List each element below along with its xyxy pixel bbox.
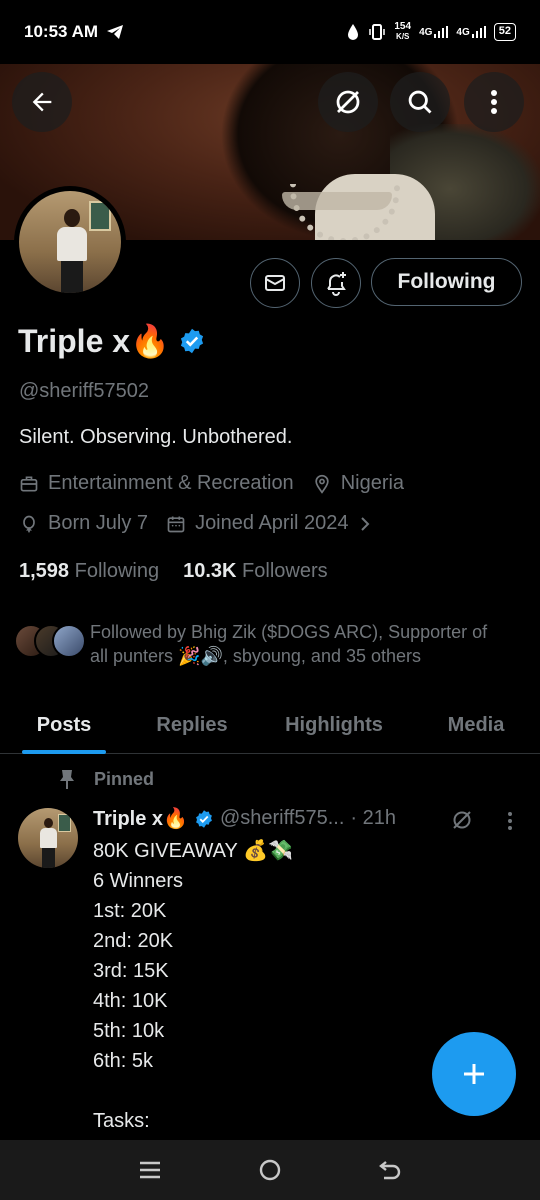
status-time: 10:53 AM	[24, 22, 99, 41]
home-circle-icon	[259, 1159, 281, 1181]
plus-icon	[464, 1064, 484, 1084]
joined-item[interactable]: Joined April 2024	[166, 512, 371, 535]
telegram-icon	[107, 25, 124, 39]
more-vertical-icon	[508, 812, 512, 830]
more-vertical-icon	[491, 90, 497, 114]
location-item: Nigeria	[312, 472, 404, 495]
arrow-left-icon	[32, 92, 52, 112]
post-line: Tasks:	[93, 1110, 150, 1132]
tab-posts[interactable]: Posts	[0, 696, 128, 754]
category-label: Entertainment & Recreation	[48, 472, 294, 494]
notifications-button[interactable]	[311, 258, 361, 308]
post-more-button[interactable]	[500, 808, 520, 834]
verified-badge-icon	[196, 809, 212, 828]
post-grok-button[interactable]	[448, 806, 476, 834]
search-button[interactable]	[390, 72, 450, 132]
post-text[interactable]: 80K GIVEAWAY 💰💸 6 Winners 1st: 20K 2nd: …	[93, 836, 293, 1136]
verified-badge-icon	[180, 328, 203, 354]
grok-button[interactable]	[318, 72, 378, 132]
tab-highlights[interactable]: Highlights	[256, 696, 412, 754]
tab-media[interactable]: Media	[412, 696, 540, 754]
briefcase-icon	[20, 476, 38, 491]
mail-icon	[265, 275, 285, 291]
pinned-label-row: Pinned	[58, 768, 154, 790]
birthday-label: Born July 7	[48, 512, 149, 534]
post-header: Triple x🔥 @sheriff575... · 21h	[93, 806, 396, 831]
post-line: 1st: 20K	[93, 900, 167, 922]
post-line: 6 Winners	[93, 870, 184, 892]
data-saver-icon	[348, 24, 359, 40]
calendar-icon	[167, 516, 185, 532]
profile-bio: Silent. Observing. Unbothered.	[19, 426, 293, 448]
system-navigation-bar	[0, 1140, 540, 1200]
pinned-label: Pinned	[94, 768, 155, 789]
post-line: 5th: 10k	[93, 1020, 165, 1042]
chevron-right-icon	[360, 516, 369, 531]
profile-handle: @sheriff57502	[19, 380, 150, 402]
home-button[interactable]	[250, 1150, 290, 1190]
profile-avatar[interactable]	[14, 186, 126, 298]
joined-label: Joined April 2024	[195, 512, 349, 534]
search-icon	[408, 90, 432, 114]
back-button[interactable]	[12, 72, 72, 132]
display-name: Triple x🔥	[18, 323, 170, 359]
signal-icon	[471, 26, 486, 38]
category-item: Entertainment & Recreation	[19, 472, 294, 495]
location-label: Nigeria	[340, 472, 405, 494]
following-button[interactable]: Following	[371, 258, 522, 306]
profile-name-row: Triple x🔥	[18, 322, 206, 360]
signal-2: 4G	[456, 26, 486, 38]
follow-stats: 1,598 Following 10.3K Followers	[19, 560, 328, 583]
location-pin-icon	[315, 474, 329, 494]
status-bar: 10:53 AM 154 K/S 4G 4G 52	[0, 0, 540, 64]
network-speed: 154 K/S	[394, 21, 412, 42]
menu-lines-icon	[140, 1161, 160, 1179]
followed-by-row[interactable]: Followed by Bhig Zik ($DOGS ARC), Suppor…	[14, 620, 510, 668]
message-button[interactable]	[250, 258, 300, 308]
back-arrow-icon	[379, 1161, 401, 1180]
avatar	[52, 624, 86, 658]
followers-stat[interactable]: 10.3K Followers	[183, 560, 328, 583]
profile-meta-row-2: Born July 7 Joined April 2024	[19, 512, 390, 535]
post-line: 6th: 5k	[93, 1050, 154, 1072]
post-author-handle[interactable]: @sheriff575...	[220, 807, 344, 830]
followers-you-know-avatars	[14, 624, 86, 664]
more-options-button[interactable]	[464, 72, 524, 132]
pin-icon	[60, 770, 74, 789]
post-avatar[interactable]	[18, 808, 78, 868]
balloon-icon	[23, 515, 35, 532]
battery-indicator: 52	[493, 23, 516, 41]
recents-button[interactable]	[130, 1150, 170, 1190]
tab-replies[interactable]: Replies	[128, 696, 256, 754]
birthday-item: Born July 7	[19, 512, 148, 535]
post-line	[93, 1076, 293, 1106]
back-nav-button[interactable]	[370, 1150, 410, 1190]
post-time: · 21h	[350, 807, 396, 829]
profile-meta-row-1: Entertainment & Recreation Nigeria	[19, 472, 422, 495]
compose-post-button[interactable]	[432, 1032, 516, 1116]
post-author-name[interactable]: Triple x🔥	[93, 806, 188, 831]
bell-plus-icon	[327, 272, 346, 296]
profile-tabs: Posts Replies Highlights Media	[0, 696, 540, 754]
post-line: 2nd: 20K	[93, 930, 174, 952]
post-line: 80K GIVEAWAY 💰💸	[93, 840, 293, 862]
grok-icon	[336, 90, 360, 114]
following-stat[interactable]: 1,598 Following	[19, 560, 159, 583]
grok-icon	[453, 811, 471, 829]
signal-1: 4G	[419, 26, 449, 38]
followed-by-text: Followed by Bhig Zik ($DOGS ARC), Suppor…	[90, 622, 488, 666]
post-line: 4th: 10K	[93, 990, 168, 1012]
vibrate-icon	[369, 24, 386, 40]
signal-icon	[434, 26, 449, 38]
post-line: 3rd: 15K	[93, 960, 169, 982]
